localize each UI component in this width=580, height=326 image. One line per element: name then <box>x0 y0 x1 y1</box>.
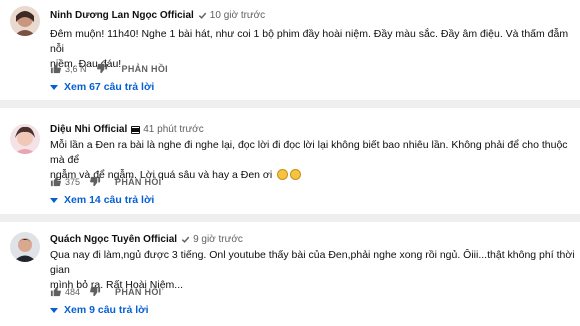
author-name[interactable]: Diệu Nhi Official <box>50 124 127 135</box>
caret-down-icon <box>50 307 58 313</box>
comment-time[interactable]: 10 giờ trước <box>210 10 265 21</box>
smile-emoji-icon <box>290 169 302 180</box>
verified-check-icon <box>181 236 190 243</box>
view-replies-button[interactable]: Xem 67 câu trả lời <box>50 81 154 93</box>
thumb-up-icon[interactable] <box>50 286 61 297</box>
like-count: 375 <box>65 176 81 187</box>
comment-line: Đêm muộn! 11h40! Nghe 1 bài hát, như coi… <box>50 28 569 55</box>
thumb-down-icon[interactable] <box>90 176 101 187</box>
caret-down-icon <box>50 197 58 203</box>
film-icon <box>131 125 141 134</box>
verified-check-icon <box>198 12 207 19</box>
view-replies-label: Xem 67 câu trả lời <box>64 81 155 93</box>
comment-separator <box>0 100 580 108</box>
thumb-down-icon[interactable] <box>90 286 101 297</box>
avatar[interactable] <box>10 6 40 36</box>
view-replies-button[interactable]: Xem 9 câu trả lời <box>50 304 149 316</box>
caret-down-icon <box>50 84 58 90</box>
reply-button[interactable]: PHẢN HỒI <box>115 287 161 297</box>
thumb-down-icon[interactable] <box>96 63 108 74</box>
comment-line: Qua nay đi làm,ngủ được 3 tiếng. Onl you… <box>50 249 575 276</box>
like-count: 3,6 N <box>65 63 87 74</box>
view-replies-button[interactable]: Xem 14 câu trả lời <box>50 194 154 206</box>
comment-2: Diệu Nhi Official 41 phút trước Mỗi lần … <box>0 110 580 210</box>
author-name[interactable]: Ninh Dương Lan Ngọc Official <box>50 10 194 21</box>
avatar[interactable] <box>10 232 40 262</box>
view-replies-label: Xem 14 câu trả lời <box>64 194 155 206</box>
smile-emoji-icon <box>277 169 289 180</box>
comment-line: Mỗi lần a Đen ra bài là nghe đi nghe lại… <box>50 139 568 166</box>
reply-button[interactable]: PHẢN HỒI <box>115 177 161 187</box>
thumb-up-icon[interactable] <box>50 176 61 187</box>
view-replies-label: Xem 9 câu trả lời <box>64 304 149 316</box>
author-name[interactable]: Quách Ngọc Tuyên Official <box>50 234 177 245</box>
avatar[interactable] <box>10 124 40 154</box>
reply-button[interactable]: PHẢN HỒI <box>122 64 168 74</box>
thumb-up-icon[interactable] <box>50 63 61 74</box>
comment-3: Quách Ngọc Tuyên Official 9 giờ trước Qu… <box>0 222 580 326</box>
comment-1: Ninh Dương Lan Ngọc Official 10 giờ trướ… <box>0 0 580 96</box>
comment-time[interactable]: 41 phút trước <box>143 124 204 135</box>
like-count: 484 <box>65 286 81 297</box>
comment-time[interactable]: 9 giờ trước <box>193 234 243 245</box>
comment-separator <box>0 214 580 222</box>
